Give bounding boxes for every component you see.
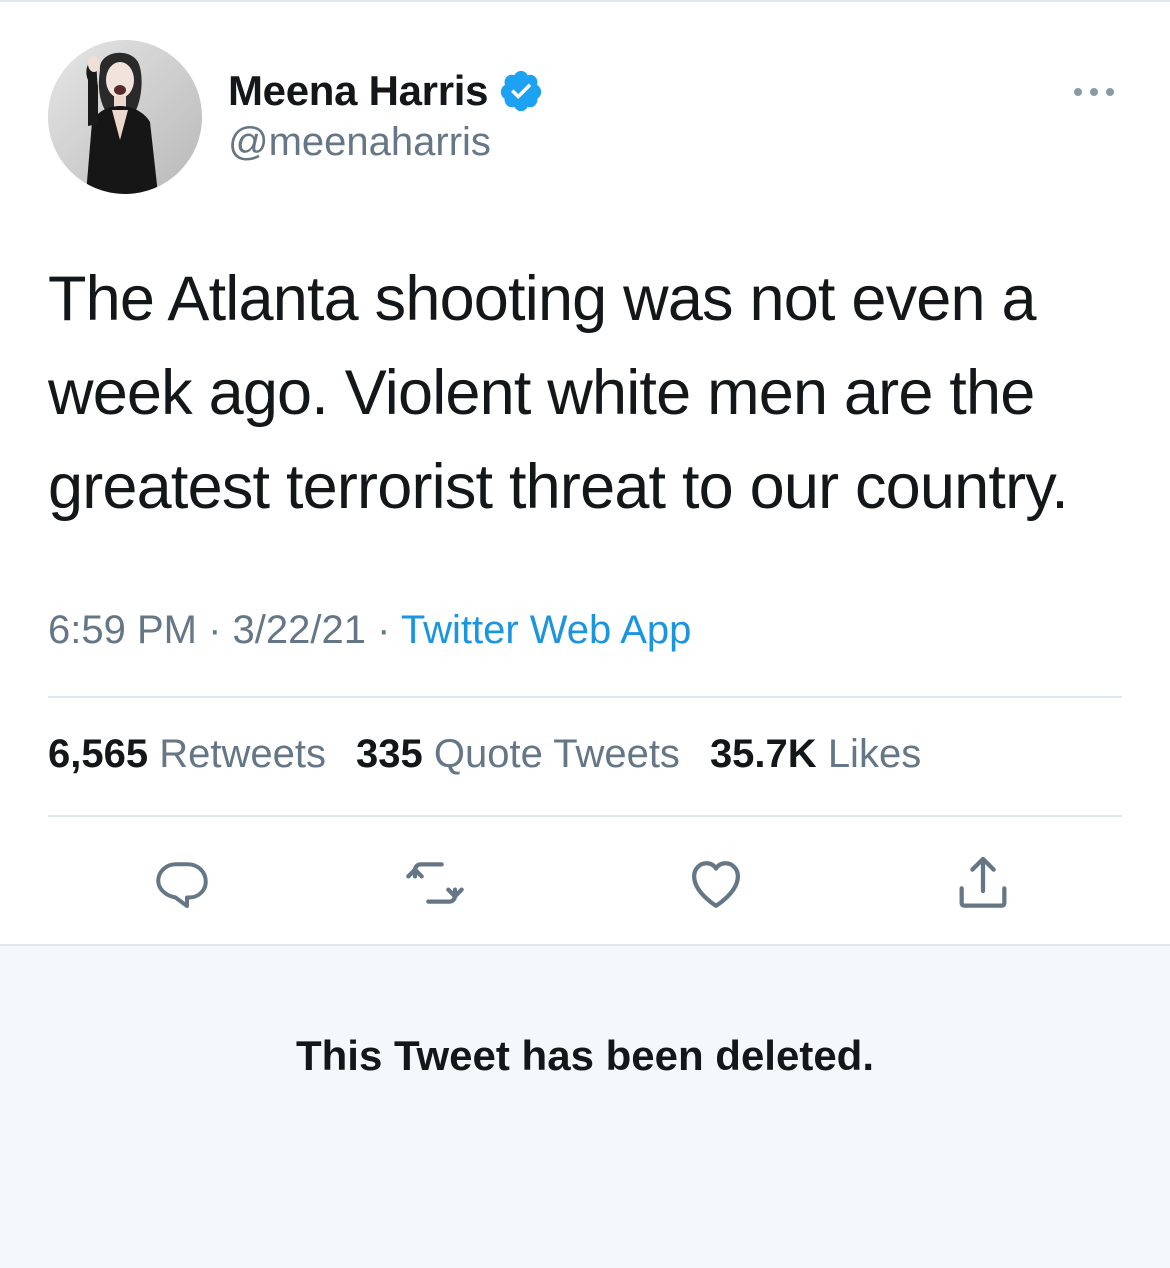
meta-separator: ·	[377, 608, 391, 652]
likes-label: Likes	[827, 732, 922, 776]
share-button[interactable]	[950, 850, 1016, 916]
retweet-icon	[406, 862, 464, 904]
tweet-stats: 6,565 Retweets 335 Quote Tweets 35.7K Li…	[48, 732, 921, 777]
retweets-count: 6,565	[48, 732, 149, 776]
reply-button[interactable]	[149, 850, 215, 916]
display-name[interactable]: Meena Harris	[228, 67, 489, 115]
tweet-source-link[interactable]: Twitter Web App	[401, 608, 692, 652]
more-horizontal-icon[interactable]	[1072, 82, 1116, 102]
avatar-image	[48, 40, 202, 194]
quoted-tweet-deleted: This Tweet has been deleted.	[0, 944, 1170, 1268]
quote-tweets-stat[interactable]: 335 Quote Tweets	[356, 732, 680, 777]
likes-stat[interactable]: 35.7K Likes	[710, 732, 921, 777]
tweet-card: Meena Harris @meenaharris The Atlanta sh…	[0, 2, 1170, 944]
tweet-detail-page: Meena Harris @meenaharris The Atlanta sh…	[0, 0, 1170, 1268]
avatar[interactable]	[48, 40, 202, 194]
tweet-actions	[0, 850, 1170, 916]
author-info[interactable]: Meena Harris @meenaharris	[228, 66, 544, 165]
divider	[48, 696, 1122, 698]
name-row: Meena Harris	[228, 66, 544, 116]
tweet-time[interactable]: 6:59 PM	[48, 608, 197, 652]
tweet-date[interactable]: 3/22/21	[233, 608, 366, 652]
retweets-stat[interactable]: 6,565 Retweets	[48, 732, 326, 777]
tweet-text: The Atlanta shooting was not even a week…	[48, 264, 1069, 522]
quote-tweets-count: 335	[355, 732, 423, 776]
meta-separator: ·	[208, 608, 222, 652]
like-button[interactable]	[683, 850, 749, 916]
retweets-label: Retweets	[159, 732, 326, 776]
likes-count: 35.7K	[709, 732, 817, 776]
heart-icon	[692, 861, 740, 908]
divider	[48, 815, 1122, 817]
deleted-notice: This Tweet has been deleted.	[295, 1032, 875, 1079]
verified-badge-icon	[498, 68, 544, 114]
handle[interactable]: @meenaharris	[228, 120, 544, 165]
quote-tweets-label: Quote Tweets	[433, 732, 680, 776]
share-icon	[959, 856, 1007, 908]
retweet-button[interactable]	[402, 850, 468, 916]
reply-icon	[156, 862, 208, 908]
tweet-meta: 6:59 PM · 3/22/21 · Twitter Web App	[48, 608, 691, 653]
